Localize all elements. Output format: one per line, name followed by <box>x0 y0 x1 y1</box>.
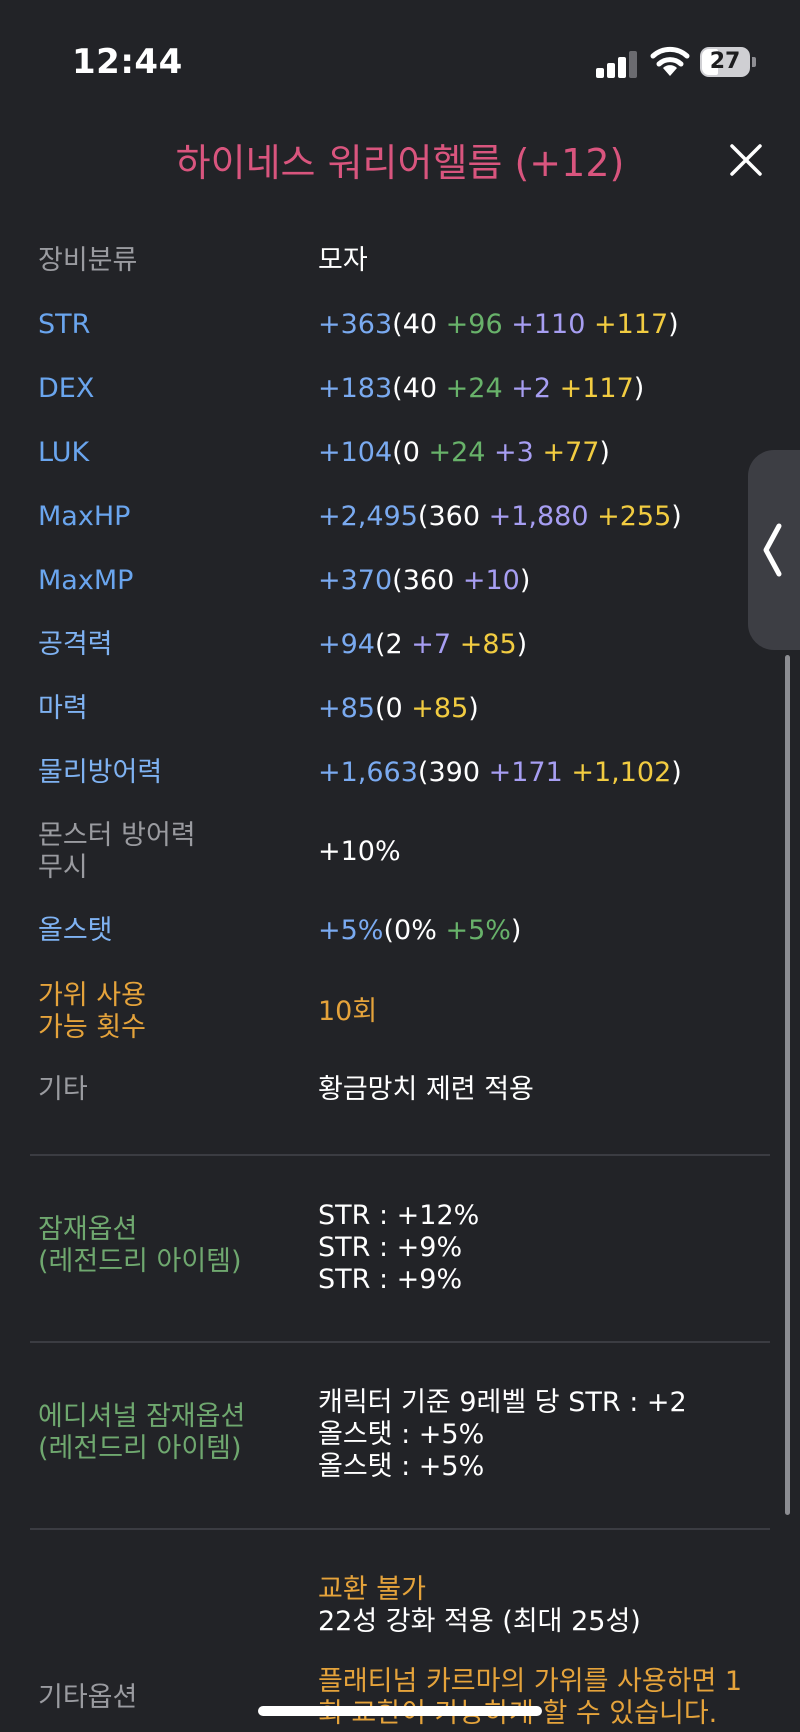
stat-scroll: +3 <box>485 437 534 468</box>
stat-flame: +5% <box>436 915 511 946</box>
potential-label-line: 잠재옵션 <box>38 1214 138 1245</box>
stat-total: +2,495 <box>318 501 418 532</box>
stat-value: +85(0 +85) <box>318 693 479 724</box>
stat-base: 40 <box>402 373 438 404</box>
stat-label: 장비분류 <box>38 245 138 276</box>
battery-icon: 27 <box>700 47 756 79</box>
status-bar: 12:44 27 <box>0 0 800 120</box>
stat-label: 가위 사용 가능 횟수 <box>38 980 288 1044</box>
stat-label-line: 무시 <box>38 852 88 883</box>
stat-scroll: +110 <box>502 309 586 340</box>
stat-value: +94(2 +7 +85) <box>318 629 528 660</box>
stat-value: +2,495(360 +1,880 +255) <box>318 501 682 532</box>
other-options-label: 기타옵션 <box>38 1682 138 1713</box>
stat-starforce: +117 <box>585 309 669 340</box>
stat-scroll: +10 <box>454 565 520 596</box>
stat-value: +5%(0% +5%) <box>318 915 522 946</box>
additional-potential-label-line: (레전드리 아이템) <box>38 1433 242 1464</box>
stat-label: LUK <box>38 437 90 468</box>
stat-label: MaxMP <box>38 565 134 596</box>
item-title: 하이네스 워리어헬름 (+12) <box>175 141 625 185</box>
scissors-note: 플래티넘 카르마의 가위를 사용하면 1 <box>318 1666 743 1697</box>
stat-value: +1,663(390 +171 +1,102) <box>318 757 682 788</box>
stat-base: 390 <box>428 757 481 788</box>
additional-potential-line: 캐릭터 기준 9레벨 당 STR : +2 <box>318 1387 687 1418</box>
chevron-left-icon <box>763 523 782 577</box>
divider <box>30 1341 770 1343</box>
stat-label: 공격력 <box>38 629 113 660</box>
stat-value: +370(360 +10) <box>318 565 531 596</box>
stat-starforce: +77 <box>533 437 600 468</box>
stat-value: +104(0 +24 +3 +77) <box>318 437 610 468</box>
stat-value: +10% <box>318 836 401 867</box>
signal-icon <box>596 50 640 78</box>
potential-lines: STR : +12% STR : +9% STR : +9% <box>318 1200 778 1296</box>
additional-potential-label: 에디셔널 잠재옵션 (레전드리 아이템) <box>38 1401 288 1465</box>
stat-scroll: +1,880 <box>480 501 589 532</box>
stat-value: 황금망치 제련 적용 <box>318 1074 534 1105</box>
side-panel-tab[interactable] <box>748 450 800 650</box>
stat-label: DEX <box>38 373 95 404</box>
stat-total: +104 <box>318 437 393 468</box>
stat-base: 360 <box>428 501 481 532</box>
stat-value: 10회 <box>318 996 378 1027</box>
stat-label-line: 가능 횟수 <box>38 1012 146 1043</box>
stat-starforce: +117 <box>551 373 634 404</box>
additional-potential-line: 올스탯 : +5% <box>318 1419 485 1450</box>
stat-flame: +24 <box>419 437 486 468</box>
potential-label-line: (레전드리 아이템) <box>38 1246 242 1277</box>
stat-value: +183(40 +24 +2 +117) <box>318 373 645 404</box>
stat-starforce: +85 <box>451 629 517 660</box>
scrollbar[interactable] <box>785 655 790 1515</box>
stat-starforce: +1,102 <box>562 757 672 788</box>
potential-line: STR : +9% <box>318 1232 463 1263</box>
home-indicator[interactable] <box>258 1706 542 1716</box>
stat-scroll: +171 <box>480 757 563 788</box>
potential-line: STR : +12% <box>318 1200 480 1231</box>
potential-label: 잠재옵션 (레전드리 아이템) <box>38 1214 288 1278</box>
stat-scroll: +2 <box>502 373 552 404</box>
stat-label-line: 가위 사용 <box>38 980 146 1011</box>
battery-level: 27 <box>709 49 741 74</box>
stat-label: 올스탯 <box>38 915 113 946</box>
stat-total: +94 <box>318 629 375 660</box>
additional-potential-label-line: 에디셔널 잠재옵션 <box>38 1401 246 1432</box>
divider <box>30 1154 770 1156</box>
stat-total: +5% <box>318 915 384 946</box>
stat-label: 몬스터 방어력 무시 <box>38 820 288 884</box>
potential-line: STR : +9% <box>318 1264 463 1295</box>
additional-potential-line: 올스탯 : +5% <box>318 1451 485 1482</box>
wifi-icon <box>650 46 690 76</box>
stat-value: 모자 <box>318 245 368 276</box>
stat-starforce: +255 <box>588 501 672 532</box>
stat-base: 0 <box>402 437 420 468</box>
stat-starforce: +85 <box>402 693 469 724</box>
stat-label: 물리방어력 <box>38 757 163 788</box>
stat-base: 360 <box>402 565 455 596</box>
stat-total: +85 <box>318 693 375 724</box>
stat-value: +363(40 +96 +110 +117) <box>318 309 679 340</box>
trade-status: 교환 불가 <box>318 1574 426 1605</box>
additional-potential-lines: 캐릭터 기준 9레벨 당 STR : +2 올스탯 : +5% 올스탯 : +5… <box>318 1387 778 1483</box>
stat-base: 2 <box>385 629 403 660</box>
stat-base: 40 <box>402 309 438 340</box>
stat-label: MaxHP <box>38 501 131 532</box>
divider <box>30 1528 770 1530</box>
stat-base: 0% <box>394 915 437 946</box>
stat-flame: +24 <box>437 373 503 404</box>
stat-total: +370 <box>318 565 393 596</box>
stat-total: +1,663 <box>318 757 418 788</box>
starforce-info: 22성 강화 적용 (최대 25성) <box>318 1606 641 1637</box>
status-time: 12:44 <box>72 42 183 82</box>
close-icon[interactable] <box>722 136 770 184</box>
stat-flame: +96 <box>437 309 503 340</box>
stat-total: +363 <box>318 309 393 340</box>
stat-label: 마력 <box>38 693 88 724</box>
stat-base: 0 <box>385 693 403 724</box>
stat-label: STR <box>38 309 91 340</box>
stat-label: 기타 <box>38 1074 88 1105</box>
stat-label-line: 몬스터 방어력 <box>38 820 196 851</box>
stat-total: +183 <box>318 373 393 404</box>
stat-scroll: +7 <box>402 629 452 660</box>
